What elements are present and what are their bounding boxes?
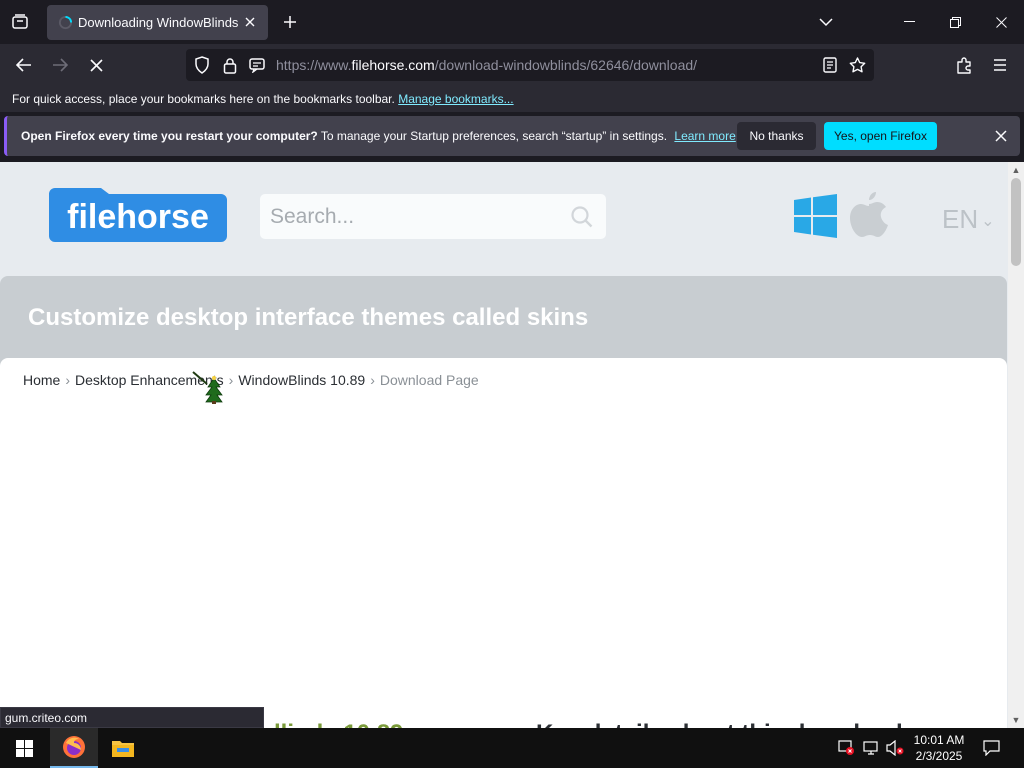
breadcrumb-current: Download Page: [379, 372, 479, 388]
url-path: /download-windowblinds/62646/download/: [434, 57, 698, 73]
logo-text: filehorse: [67, 198, 209, 236]
chevron-right-icon: ›: [228, 372, 234, 388]
stop-loading-icon[interactable]: [81, 50, 111, 80]
breadcrumb-product[interactable]: WindowBlinds 10.89: [238, 372, 365, 388]
address-bar[interactable]: https://www.filehorse.com/download-windo…: [186, 49, 874, 81]
tracking-shield-icon[interactable]: [192, 55, 212, 75]
restore-icon[interactable]: [932, 0, 978, 44]
close-notification-icon[interactable]: [990, 125, 1012, 147]
permissions-icon[interactable]: [247, 55, 267, 75]
startup-notification: Open Firefox every time you restart your…: [4, 116, 1020, 156]
peek-heading-left: dlinds 10.89: [266, 720, 403, 728]
chevron-down-icon[interactable]: [812, 8, 840, 36]
scroll-down-icon[interactable]: ▼: [1008, 712, 1024, 728]
scroll-up-icon[interactable]: ▲: [1008, 162, 1024, 178]
firefox-taskbar-icon[interactable]: [50, 728, 98, 768]
url-text[interactable]: https://www.filehorse.com/download-windo…: [276, 57, 697, 73]
lock-icon[interactable]: [220, 55, 240, 75]
manage-bookmarks-link[interactable]: Manage bookmarks...: [398, 92, 513, 106]
url-prefix: https://www.: [276, 57, 352, 73]
apple-logo-icon[interactable]: [850, 192, 888, 237]
hamburger-menu-icon[interactable]: [985, 50, 1015, 80]
close-window-icon[interactable]: [978, 0, 1024, 44]
notification-question: Open Firefox every time you restart your…: [21, 129, 318, 143]
download-card: Home › Desktop Enhancements › WindowBlinds 1…: [0, 358, 1007, 728]
url-host: filehorse.com: [351, 57, 435, 73]
chevron-right-icon: ›: [65, 372, 71, 388]
volume-muted-icon[interactable]: [884, 728, 906, 768]
search-input[interactable]: [270, 202, 560, 232]
notification-text: To manage your Startup preferences, sear…: [320, 129, 668, 143]
bookmarks-hint: For quick access, place your bookmarks h…: [12, 92, 395, 106]
filehorse-logo[interactable]: filehorse: [47, 186, 229, 242]
list-all-tabs-icon[interactable]: [6, 8, 34, 36]
chevron-right-icon: ›: [370, 372, 375, 388]
hero-title: Customize desktop interface themes calle…: [28, 304, 589, 331]
new-tab-icon[interactable]: [276, 8, 304, 36]
minimize-icon[interactable]: [886, 0, 932, 44]
learn-more-link[interactable]: Learn more: [674, 129, 735, 143]
page-scrollbar[interactable]: ▲ ▼: [1008, 162, 1024, 728]
tree-cursor-icon: [191, 370, 225, 404]
close-tab-icon[interactable]: [239, 11, 261, 33]
chevron-down-icon: ⌄: [981, 213, 995, 231]
navigation-toolbar: https://www.filehorse.com/download-windo…: [0, 44, 1024, 86]
link-status-text: gum.criteo.com: [0, 707, 264, 728]
security-alert-icon[interactable]: [836, 728, 856, 768]
breadcrumb: Home › Desktop Enhancements › WindowBlinds 1…: [23, 372, 479, 388]
reader-view-icon[interactable]: [820, 55, 840, 75]
peek-heading-right: Key details about this download: [536, 720, 903, 728]
bookmarks-toolbar: For quick access, place your bookmarks h…: [0, 86, 1024, 112]
forward-arrow-icon[interactable]: [45, 50, 75, 80]
network-icon[interactable]: [860, 728, 882, 768]
search-icon[interactable]: [569, 204, 595, 230]
language-code: EN: [942, 204, 979, 234]
site-search: [260, 194, 606, 239]
notification-center-icon[interactable]: [976, 728, 1006, 768]
start-button[interactable]: [0, 728, 48, 768]
back-arrow-icon[interactable]: [9, 50, 39, 80]
notification-message: Open Firefox every time you restart your…: [21, 129, 736, 143]
no-thanks-button[interactable]: No thanks: [737, 122, 816, 150]
file-explorer-icon[interactable]: [100, 728, 146, 768]
system-clock[interactable]: 10:01 AM 2/3/2025: [908, 732, 970, 764]
breadcrumb-home[interactable]: Home: [23, 372, 60, 388]
language-selector[interactable]: EN ⌄: [942, 204, 995, 235]
browser-tab[interactable]: Downloading WindowBlinds 10: [47, 5, 268, 40]
yes-open-firefox-button[interactable]: Yes, open Firefox: [824, 122, 937, 150]
loading-spinner-icon: [58, 15, 73, 30]
bookmark-star-icon[interactable]: [847, 55, 867, 75]
tab-bar: Downloading WindowBlinds 10: [0, 0, 1024, 44]
clock-date: 2/3/2025: [915, 749, 963, 763]
windows-logo-icon[interactable]: [794, 194, 837, 238]
page-content: filehorse EN⌄ Customize desktop interfac…: [0, 162, 1008, 728]
extensions-icon[interactable]: [949, 50, 979, 80]
tab-title: Downloading WindowBlinds 10: [78, 15, 238, 30]
windows-taskbar: 10:01 AM 2/3/2025: [0, 728, 1024, 768]
scroll-thumb[interactable]: [1011, 178, 1021, 266]
clock-time: 10:01 AM: [913, 733, 965, 747]
hero-banner: Customize desktop interface themes calle…: [0, 276, 1007, 370]
